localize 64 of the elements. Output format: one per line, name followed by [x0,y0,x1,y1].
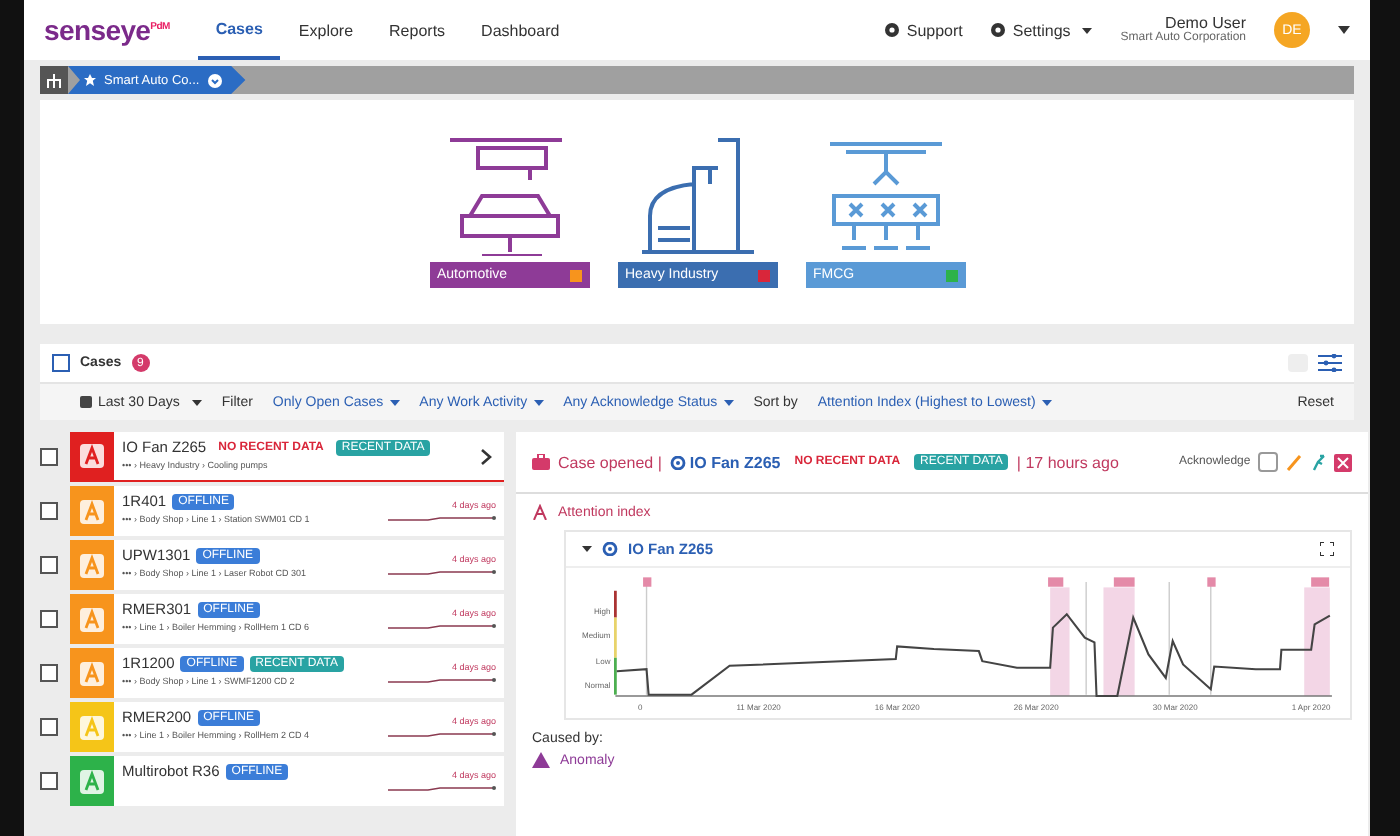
highlight-band [1103,587,1136,696]
nav-tab[interactable]: Reports [371,0,464,60]
highlight-band [1050,587,1070,696]
collapse-toggle-icon[interactable] [582,544,592,554]
briefcase-icon [532,454,550,470]
attention-icon [80,499,104,523]
row-checkbox[interactable] [40,448,58,466]
calendar-icon [80,396,92,408]
logo[interactable]: senseye$^{PdM}$ [44,14,170,46]
help-icon [884,22,901,38]
attention-icon [80,661,104,685]
filter-settings-icon[interactable] [1318,354,1342,372]
heavy-industry-icon[interactable] [637,136,757,256]
highlight-band [1304,587,1331,696]
fmcg-industry-icon[interactable] [825,136,945,256]
nav-tab[interactable]: Cases [197,0,281,60]
fan-icon [602,542,618,556]
row-checkbox[interactable] [40,556,58,574]
time-ago: | 17 hours ago [1016,453,1119,471]
nav-tab[interactable]: Explore [280,0,372,60]
sparkline-drawing [388,673,496,685]
sparkline-drawing [388,565,496,577]
fan-icon [669,455,686,469]
dropdown-icon[interactable] [207,73,222,87]
sparkline-drawing [388,781,496,793]
asset-link[interactable]: IO Fan Z265 [669,453,781,471]
settings-icon [990,22,1007,38]
star-icon [84,74,96,86]
caret-icon[interactable] [1041,399,1052,405]
user-name: Demo User [1165,13,1246,32]
row-checkbox[interactable] [40,610,58,628]
caret-icon[interactable] [191,399,202,405]
severity-scale-bar [614,590,618,695]
caret-icon[interactable] [533,399,544,405]
fullscreen-icon[interactable] [1320,542,1335,556]
caret-icon[interactable] [1338,26,1350,34]
close-icon[interactable] [1334,453,1353,471]
warning-icon [532,752,550,768]
attention-icon [80,607,104,631]
attention-icon [80,553,104,577]
attention-icon [80,769,104,793]
sparkline-drawing [388,727,496,739]
select-all-checkbox[interactable] [52,354,70,372]
caret-icon[interactable] [1082,27,1093,33]
attention-icon [80,715,104,739]
attention-icon [532,504,548,520]
row-checkbox[interactable] [40,502,58,520]
sparkline-drawing [388,619,496,631]
case-opened-label: Case opened | [558,453,662,471]
hierarchy-icon [46,73,62,87]
row-checkbox[interactable] [40,772,58,790]
attention-icon [80,444,104,468]
support-link[interactable]: Support [884,21,963,39]
row-checkbox[interactable] [40,664,58,682]
chevron-right-icon [480,447,492,465]
nav-tab[interactable]: Dashboard [463,0,578,60]
runner-icon[interactable] [1310,453,1327,471]
hierarchy-button[interactable] [40,66,68,94]
caret-icon[interactable] [389,399,400,405]
row-checkbox[interactable] [40,718,58,736]
acknowledge-checkbox[interactable] [1258,452,1279,472]
settings-menu[interactable]: Settings [990,21,1093,39]
caret-icon[interactable] [723,399,734,405]
sparkline-drawing [388,511,496,523]
